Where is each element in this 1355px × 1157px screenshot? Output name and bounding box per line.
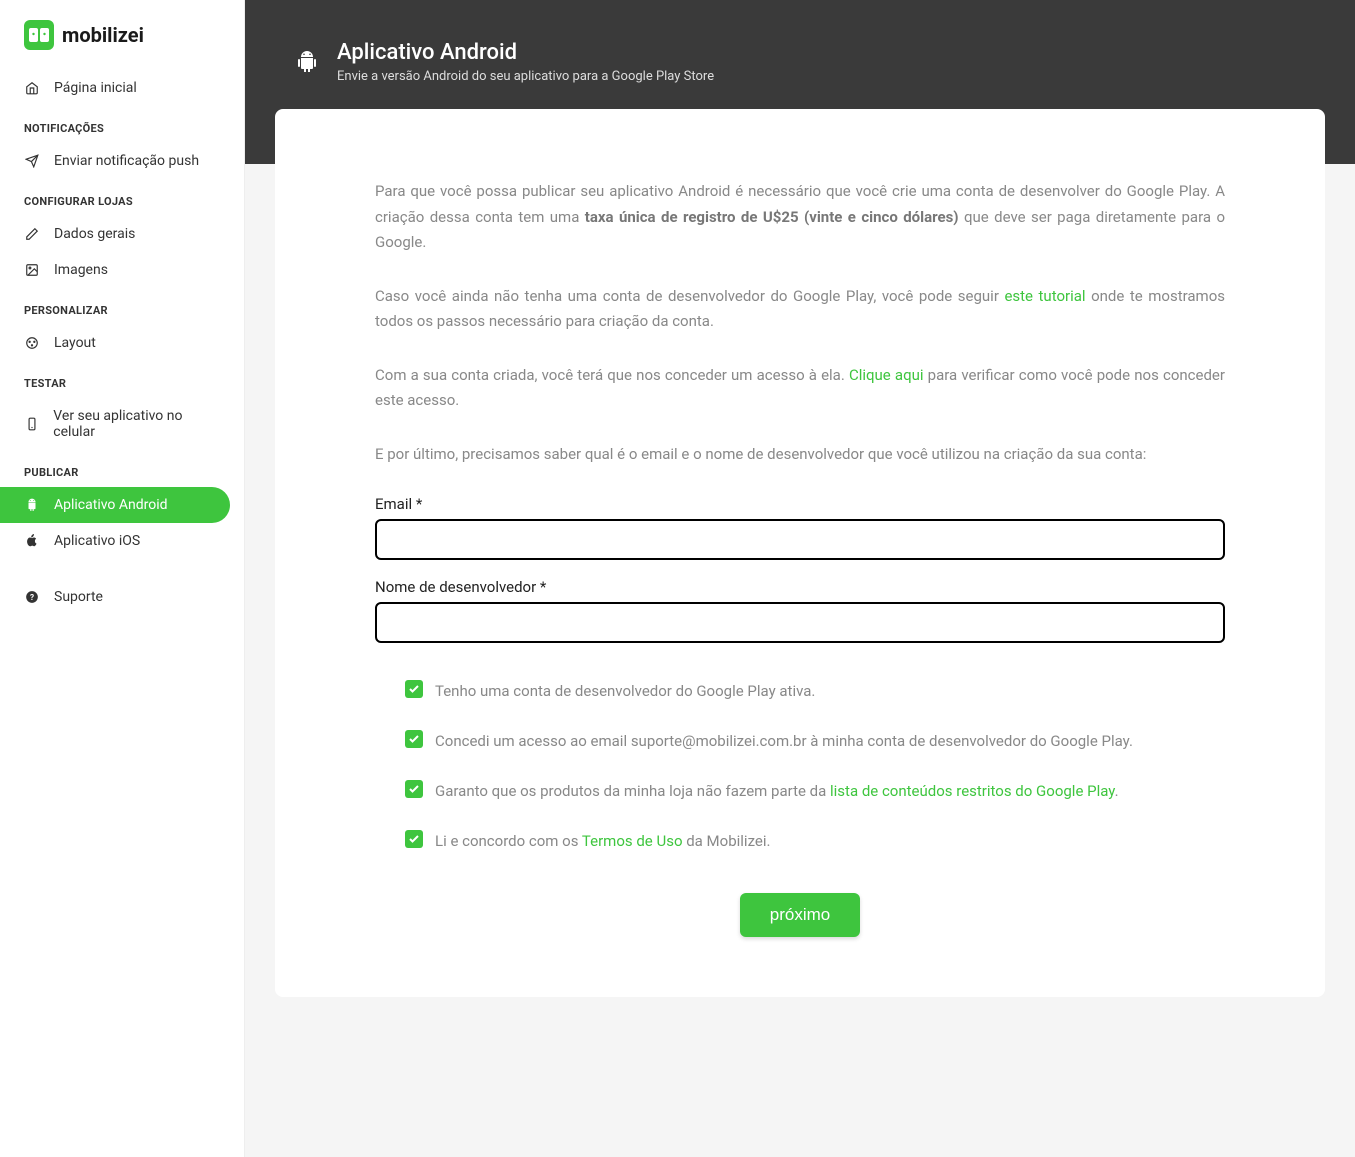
email-input[interactable] — [375, 519, 1225, 560]
content-card: Para que você possa publicar seu aplicat… — [275, 109, 1325, 997]
svg-text:?: ? — [30, 592, 34, 602]
nav-label: Layout — [54, 335, 96, 351]
palette-icon — [24, 335, 40, 351]
check-label: Tenho uma conta de desenvolvedor do Goog… — [435, 679, 815, 703]
nav-label: Ver seu aplicativo no celular — [53, 408, 220, 440]
sidebar-item-ios[interactable]: Aplicativo iOS — [0, 523, 244, 559]
sidebar-item-push[interactable]: Enviar notificação push — [0, 143, 244, 179]
check-label: Concedi um acesso ao email suporte@mobil… — [435, 729, 1133, 753]
nav-label: Suporte — [54, 589, 103, 605]
page-title: Aplicativo Android — [337, 40, 714, 65]
checkbox-terms[interactable] — [405, 830, 423, 848]
section-title-notificacoes: NOTIFICAÇÕES — [0, 106, 244, 143]
nav-label: Aplicativo Android — [54, 497, 168, 513]
check-label: Garanto que os produtos da minha loja nã… — [435, 779, 1119, 803]
sidebar-item-imagens[interactable]: Imagens — [0, 252, 244, 288]
checkbox-active-account[interactable] — [405, 680, 423, 698]
help-icon: ? — [24, 589, 40, 605]
nav-label: Página inicial — [54, 80, 137, 96]
nav-label: Aplicativo iOS — [54, 533, 140, 549]
nav-label: Enviar notificação push — [54, 153, 199, 169]
section-title-testar: TESTAR — [0, 361, 244, 398]
devname-label: Nome de desenvolvedor * — [375, 578, 1225, 596]
image-icon — [24, 262, 40, 278]
sidebar-item-home[interactable]: Página inicial — [0, 70, 244, 106]
devname-input[interactable] — [375, 602, 1225, 643]
paragraph-4: E por último, precisamos saber qual é o … — [375, 442, 1225, 468]
main-content: Aplicativo Android Envie a versão Androi… — [245, 0, 1355, 1157]
logo[interactable]: mobilizei — [0, 20, 244, 70]
email-label: Email * — [375, 495, 1225, 513]
home-icon — [24, 80, 40, 96]
terms-link[interactable]: Termos de Uso — [582, 832, 683, 850]
apple-icon — [24, 533, 40, 549]
edit-icon — [24, 226, 40, 242]
sidebar-item-dados[interactable]: Dados gerais — [0, 216, 244, 252]
android-icon — [24, 497, 40, 513]
android-icon — [295, 50, 319, 74]
checkbox-access-granted[interactable] — [405, 730, 423, 748]
section-title-personalizar: PERSONALIZAR — [0, 288, 244, 325]
section-title-publicar: PUBLICAR — [0, 450, 244, 487]
checklist: Tenho uma conta de desenvolvedor do Goog… — [405, 679, 1225, 853]
nav-label: Dados gerais — [54, 226, 135, 242]
phone-icon — [24, 416, 39, 432]
nav-label: Imagens — [54, 262, 108, 278]
sidebar-item-test[interactable]: Ver seu aplicativo no celular — [0, 398, 244, 450]
click-here-link[interactable]: Clique aqui — [849, 366, 924, 384]
paragraph-3: Com a sua conta criada, você terá que no… — [375, 363, 1225, 414]
paragraph-2: Caso você ainda não tenha uma conta de d… — [375, 284, 1225, 335]
restricted-content-link[interactable]: lista de conteúdos restritos do Google P… — [830, 782, 1115, 800]
next-button[interactable]: próximo — [740, 893, 860, 937]
section-title-configurar: CONFIGURAR LOJAS — [0, 179, 244, 216]
send-icon — [24, 153, 40, 169]
checkbox-restricted-content[interactable] — [405, 780, 423, 798]
sidebar-item-layout[interactable]: Layout — [0, 325, 244, 361]
logo-icon — [24, 20, 54, 50]
sidebar-item-suporte[interactable]: ? Suporte — [0, 579, 244, 615]
logo-text: mobilizei — [62, 23, 144, 47]
paragraph-1: Para que você possa publicar seu aplicat… — [375, 179, 1225, 256]
page-subtitle: Envie a versão Android do seu aplicativo… — [337, 69, 714, 84]
sidebar: mobilizei Página inicial NOTIFICAÇÕES En… — [0, 0, 245, 1157]
check-label: Li e concordo com os Termos de Uso da Mo… — [435, 829, 770, 853]
tutorial-link[interactable]: este tutorial — [1004, 287, 1085, 305]
sidebar-item-android[interactable]: Aplicativo Android — [0, 487, 230, 523]
